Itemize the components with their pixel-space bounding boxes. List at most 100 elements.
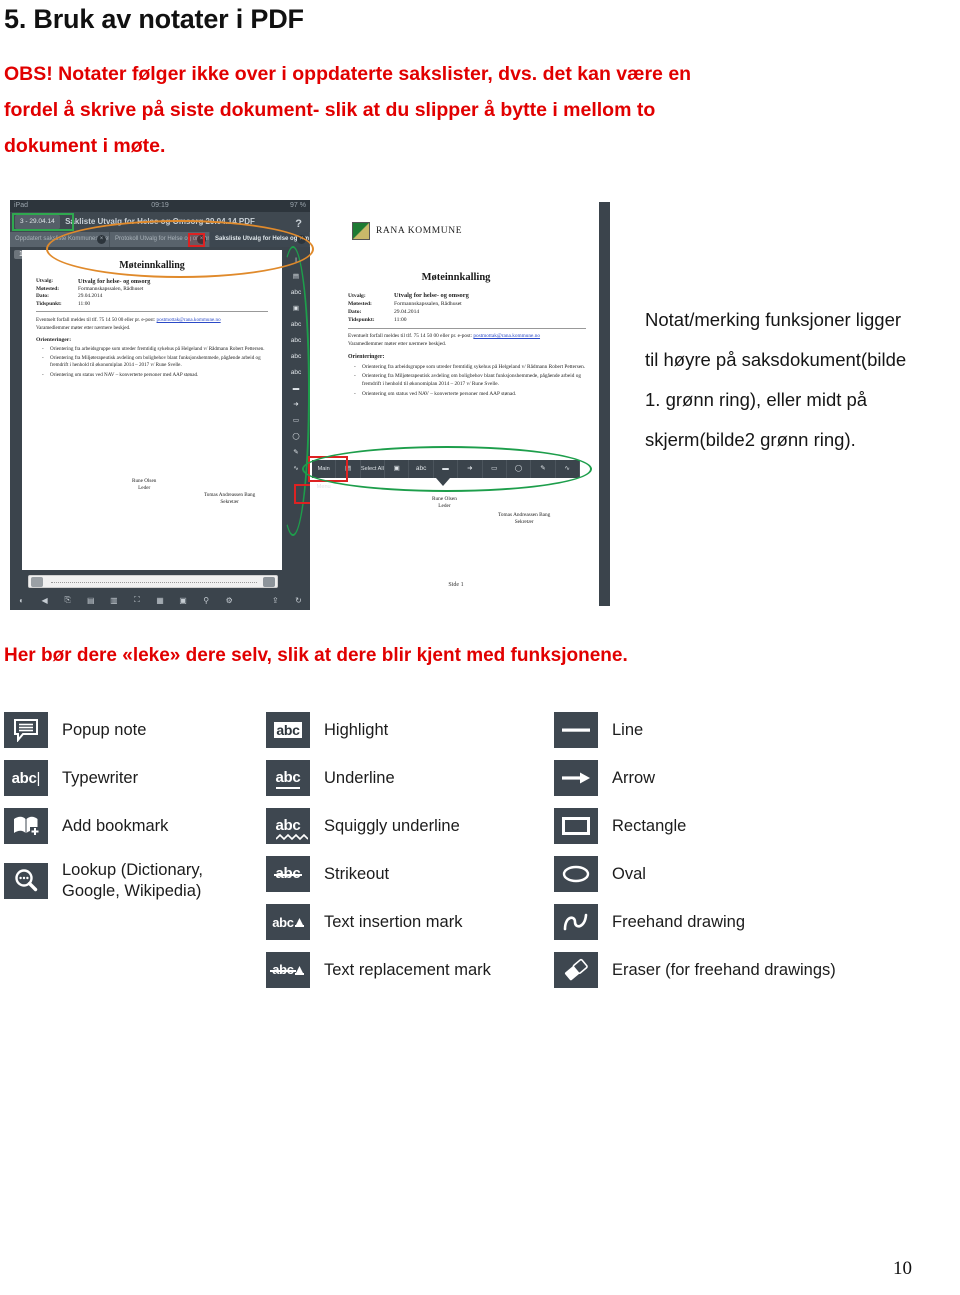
add-bookmark-icon — [4, 808, 48, 844]
eraser-icon — [554, 952, 598, 988]
meta-key: Utvalg: — [36, 278, 54, 284]
share-icon[interactable]: ⇪ — [264, 596, 287, 605]
orange-ellipse-annotation — [46, 220, 314, 278]
email-link[interactable]: postmottak@rana.kommune.no — [473, 333, 540, 339]
ipad-bottom-toolbar: ◐ ◀ ⎘ ▤ ▥ ⛶ ▦ ▣ ⚲ ⚙ ⇪ ↻ — [10, 590, 310, 610]
page-title: 5. Bruk av notater i PDF — [4, 4, 304, 34]
legend-column-3: Line Arrow Rectangle Oval Freehand drawi… — [554, 706, 954, 994]
search-icon[interactable]: ⚲ — [195, 596, 218, 605]
signature-block-1: Rune Olsen Leder — [132, 478, 156, 492]
legend-label: Eraser (for freehand drawings) — [612, 960, 836, 979]
meta-value: Utvalg for helse- og omsorg — [78, 278, 151, 285]
caption-line-1: Notat/merking funksjoner ligger — [645, 309, 902, 330]
signature-name: Tomas Andreassen Bang — [498, 512, 551, 518]
settings-icon[interactable]: ⚙ — [218, 596, 241, 605]
document-page: 5. Bruk av notater i PDF OBS! Notater fø… — [0, 0, 960, 1295]
legend-label: Oval — [612, 864, 646, 883]
status-battery: 97 % — [290, 202, 306, 209]
underline-icon: abc — [266, 760, 310, 796]
layout-icon[interactable]: ▥ — [102, 596, 125, 605]
legend-label: Underline — [324, 768, 395, 787]
popup-note-icon — [4, 712, 48, 748]
icon-glyph-text: abc — [275, 769, 301, 786]
legend-row: Oval — [554, 850, 954, 898]
meta-value: Formannskapssalen, Rådhuset — [78, 285, 144, 292]
status-carrier: iPad — [14, 202, 29, 209]
scrubber-track — [51, 582, 257, 583]
caption-line-4: skjerm(bilde2 grønn ring). — [645, 429, 856, 450]
pdf-body: Eventuelt forfall meldes til tlf. 75 14 … — [348, 333, 588, 400]
legend-row: Eraser (for freehand drawings) — [554, 946, 954, 994]
warning-line-1: OBS! Notater følger ikke over i oppdater… — [4, 63, 692, 85]
signature-role: Leder — [438, 503, 451, 509]
green-highlight-back — [12, 213, 74, 231]
scrubber-thumb-left[interactable] — [31, 577, 43, 587]
refresh-icon[interactable]: ↻ — [287, 596, 310, 605]
pdf-meta-table: Utvalg: Utvalg for helse- og omsorg Møtes… — [348, 292, 586, 324]
signature-name: Rune Olsen — [132, 478, 157, 484]
text-replacement-icon: abc — [266, 952, 310, 988]
page-icon[interactable]: ⎘ — [56, 595, 79, 605]
page-scrubber[interactable] — [28, 575, 278, 588]
green-ring-annotation-2 — [302, 446, 592, 492]
signature-role: Sekretær — [514, 519, 534, 525]
squiggly-underline-icon: abc — [266, 808, 310, 844]
icon-glyph-text: abc — [11, 769, 37, 787]
ipad-status-bar: iPad 09:19 97 % — [10, 200, 310, 212]
icon-glyph-text: abc — [275, 817, 301, 834]
legend-label: Add bookmark — [62, 816, 169, 835]
legend-label: Lookup (Dictionary, Google, Wikipedia) — [62, 860, 252, 902]
orient-item: Orientering fra arbeidsgruppe som utrede… — [354, 364, 588, 372]
orient-item: Orientering om status ved NAV – konverte… — [354, 391, 588, 399]
caption-line-3: 1. grønn ring), eller midt på — [645, 389, 868, 410]
icon-glyph-text: abc — [272, 914, 294, 930]
legend-label: Line — [612, 720, 644, 739]
pdf-meta-table: Utvalg: Utvalg for helse- og omsorg Møtes… — [36, 278, 272, 308]
legend-label: Text replacement mark — [324, 960, 491, 979]
legend-row: abc Strikeout — [266, 850, 554, 898]
legend-label: Rectangle — [612, 816, 687, 835]
back-nav-icon[interactable]: ◀ — [33, 596, 56, 605]
meta-value: 11:00 — [394, 317, 407, 323]
file-icon[interactable]: ▣ — [172, 596, 195, 605]
signature-name: Rune Olsen — [432, 496, 457, 502]
legend-label: Strikeout — [324, 864, 390, 883]
orient-item: Orientering om status ved NAV – konverte… — [42, 372, 270, 379]
orient-item: Orientering fra arbeidsgruppe som utrede… — [42, 346, 270, 353]
crop-icon[interactable]: ⛶ — [125, 595, 148, 605]
embedded-screenshot-figure: iPad 09:19 97 % 3 - 29.04.14 Sakliste Ut… — [4, 196, 616, 620]
legend-label: Popup note — [62, 720, 147, 739]
red-box-annotation-side — [294, 484, 310, 504]
organisation-logo-block: RANA KOMMUNE — [352, 222, 462, 240]
orient-heading: Orienteringer: — [348, 354, 385, 361]
ipad-pdf-page: Møteinnkalling Utvalg: Utvalg for helse- … — [22, 250, 282, 570]
text-insertion-icon: abc — [266, 904, 310, 940]
signature-name: Tomas Andreassen Bang — [204, 492, 256, 498]
meta-value: 29.04.2014 — [78, 293, 103, 300]
lookup-icon — [4, 863, 48, 899]
divider — [348, 328, 586, 329]
legend-row: Rectangle — [554, 802, 954, 850]
organisation-name: RANA KOMMUNE — [376, 226, 463, 236]
book-icon[interactable]: ▦ — [148, 596, 171, 605]
panel-dark-edge — [599, 202, 610, 606]
meta-key: Tidspunkt: — [36, 300, 62, 307]
legend-label: Text insertion mark — [324, 912, 463, 931]
notice-text-2: Varamedlemmer møter etter nærmere beskje… — [36, 324, 131, 331]
icon-glyph-text: abc — [274, 722, 302, 738]
line-icon — [554, 712, 598, 748]
signature-block-2: Tomas Andreassen Bang Sekretær — [204, 492, 255, 506]
help-icon[interactable]: ? — [295, 214, 302, 234]
brightness-icon[interactable]: ◐ — [10, 596, 33, 605]
legend-label: Freehand drawing — [612, 912, 745, 931]
meta-value: Utvalg for helse- og omsorg — [394, 292, 469, 299]
legend-row: Freehand drawing — [554, 898, 954, 946]
signature-block-2: Tomas Andreassen Bang Sekretær — [498, 512, 550, 526]
pdf-page-footer: Side 1 — [448, 582, 464, 588]
email-link[interactable]: postmottak@rana.kommune.no — [157, 317, 221, 323]
legend-label: Highlight — [324, 720, 389, 739]
notice-text-2: Varamedlemmer møter etter nærmere beskje… — [348, 340, 447, 347]
legend-label: Arrow — [612, 768, 656, 787]
scrubber-thumb-right[interactable] — [263, 577, 275, 587]
document-icon[interactable]: ▤ — [79, 596, 102, 605]
